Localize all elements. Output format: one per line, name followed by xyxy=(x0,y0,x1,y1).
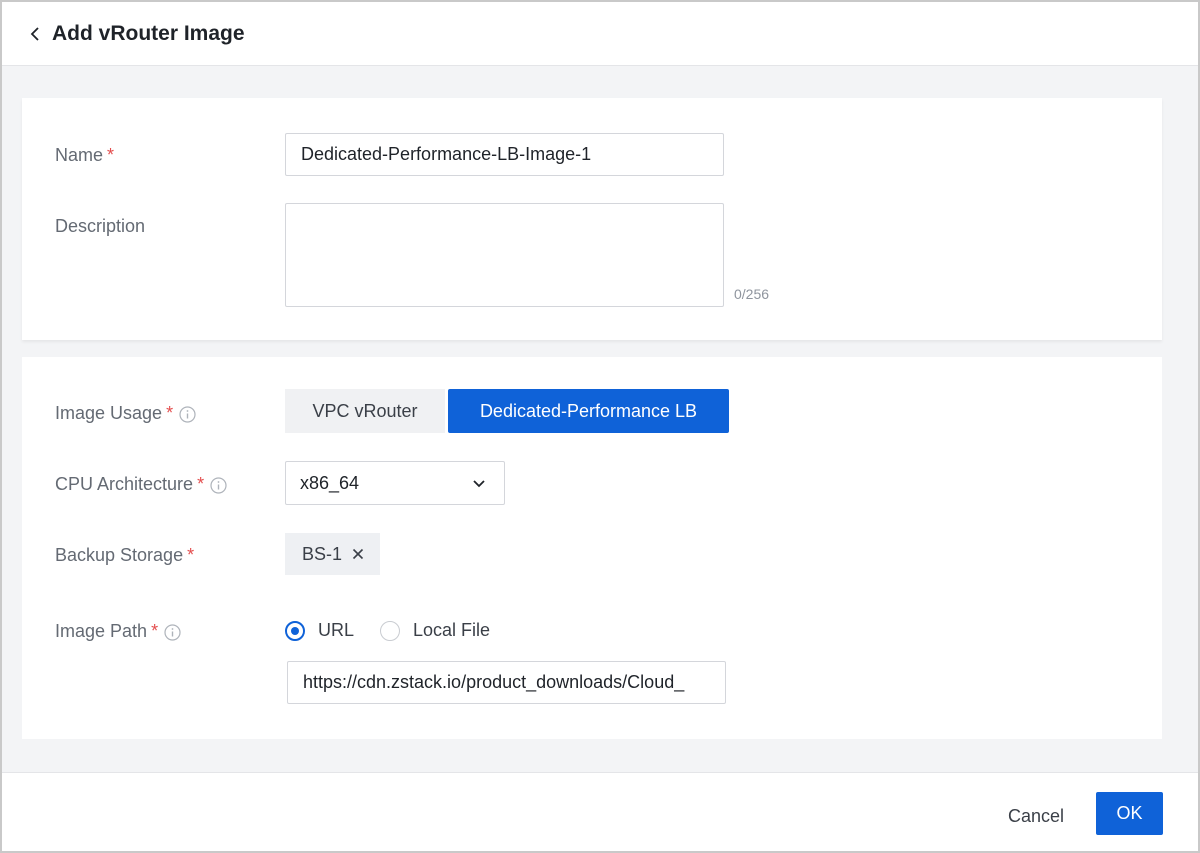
cpu-architecture-label: CPU Architecture * xyxy=(55,474,227,495)
description-textarea[interactable] xyxy=(285,203,724,307)
image-url-input[interactable] xyxy=(287,661,726,704)
info-icon[interactable] xyxy=(179,406,196,423)
image-usage-label: Image Usage * xyxy=(55,403,196,424)
ok-button[interactable]: OK xyxy=(1096,792,1163,835)
image-usage-option-vpc-vrouter[interactable]: VPC vRouter xyxy=(285,389,445,433)
radio-button[interactable] xyxy=(380,620,400,641)
image-path-radio-local-file[interactable]: Local File xyxy=(380,620,490,641)
cpu-architecture-value: x86_64 xyxy=(300,472,360,493)
required-mark: * xyxy=(197,474,205,494)
backup-storage-label: Backup Storage * xyxy=(55,545,195,565)
chevron-left-icon[interactable] xyxy=(28,24,42,44)
image-path-radio-url[interactable]: URL xyxy=(285,620,354,641)
radio-local-file-label: Local File xyxy=(413,620,491,640)
page-header: Add vRouter Image xyxy=(2,2,1198,66)
name-input[interactable] xyxy=(285,133,724,176)
cancel-button[interactable]: Cancel xyxy=(988,798,1084,834)
required-mark: * xyxy=(107,145,115,165)
required-mark: * xyxy=(187,545,195,565)
required-mark: * xyxy=(166,403,174,423)
chevron-down-icon xyxy=(473,480,485,488)
description-label: Description xyxy=(55,216,146,236)
backup-storage-tag-label: BS-1 xyxy=(302,543,343,564)
radio-url-label: URL xyxy=(318,620,355,640)
image-path-label: Image Path * xyxy=(55,621,181,642)
radio-button-selected[interactable] xyxy=(285,620,305,641)
name-label: Name * xyxy=(55,145,115,165)
required-mark: * xyxy=(151,621,159,641)
info-icon[interactable] xyxy=(164,624,181,641)
image-usage-option-dedicated-performance-lb[interactable]: Dedicated-Performance LB xyxy=(448,389,729,433)
close-icon[interactable] xyxy=(352,548,364,560)
page-title: Add vRouter Image xyxy=(52,22,245,45)
cpu-architecture-select[interactable]: x86_64 xyxy=(285,461,505,505)
backup-storage-tag: BS-1 xyxy=(285,533,381,575)
description-counter: 0/256 xyxy=(734,286,770,302)
info-icon[interactable] xyxy=(210,477,227,494)
